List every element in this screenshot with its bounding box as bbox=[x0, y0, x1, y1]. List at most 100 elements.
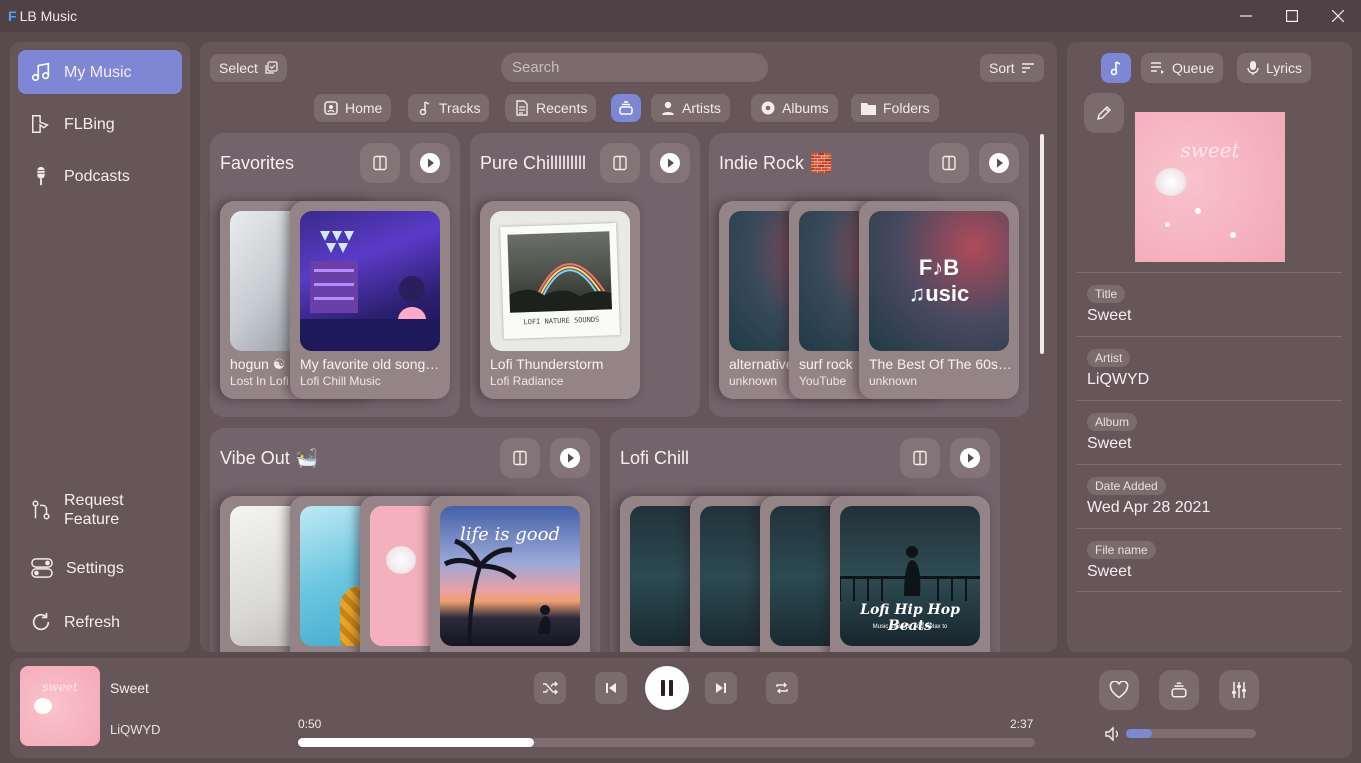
music-notes-icon bbox=[31, 62, 50, 82]
playlist-card-lofi-chill[interactable]: Lofi Chill Lofi Hip Hop Beats Music to S… bbox=[610, 428, 1000, 652]
queue-icon bbox=[1151, 62, 1164, 74]
track-tile[interactable]: F♪B ♫usic The Best Of The 60s Rock unkno… bbox=[859, 201, 1019, 399]
stack-icon bbox=[619, 101, 633, 115]
volume-slider[interactable] bbox=[1126, 729, 1256, 738]
tab-tracks[interactable]: Tracks bbox=[408, 94, 490, 122]
select-button[interactable]: Select bbox=[210, 54, 287, 82]
tab-label: Folders bbox=[883, 100, 930, 116]
playlist-title: Pure Chilllllllll bbox=[480, 153, 587, 173]
microphone-icon bbox=[37, 166, 45, 186]
playlist-open-button[interactable] bbox=[360, 143, 400, 183]
app-name: LB Music bbox=[19, 8, 78, 24]
track-artist: unknown bbox=[869, 374, 918, 388]
info-value: Sweet bbox=[1087, 563, 1132, 580]
tab-label: Tracks bbox=[439, 100, 481, 116]
select-multiple-icon bbox=[265, 61, 278, 74]
sidebar-item-label: Settings bbox=[66, 559, 124, 577]
playlist-play-button[interactable] bbox=[650, 143, 690, 183]
minimize-button[interactable] bbox=[1223, 0, 1269, 32]
volume-slider-fill bbox=[1126, 729, 1152, 738]
tab-artists[interactable]: Artists bbox=[651, 94, 730, 122]
playlist-play-button[interactable] bbox=[950, 438, 990, 478]
sidebar-item-refresh[interactable]: Refresh bbox=[18, 600, 182, 644]
playlist-emoji: 🛀 bbox=[295, 448, 319, 468]
volume-button[interactable] bbox=[1104, 726, 1122, 747]
sidebar-item-flbing[interactable]: FLBing bbox=[18, 102, 182, 146]
playlist-title: Indie Rock 🧱 bbox=[719, 153, 833, 173]
now-playing-album-art: sweet bbox=[1135, 112, 1285, 262]
main-content: Select Search Sort Home Tracks Recents A… bbox=[200, 42, 1057, 652]
track-tile[interactable]: LOFI NATURE SOUNDS Lofi Thunderstorm Lof… bbox=[480, 201, 640, 399]
skip-previous-icon bbox=[606, 683, 616, 693]
playlist-open-button[interactable] bbox=[900, 438, 940, 478]
seek-bar[interactable] bbox=[298, 738, 1035, 747]
app-logo: F bbox=[8, 8, 17, 24]
add-to-playlist-button[interactable] bbox=[1159, 670, 1199, 710]
album-art-text: sweet bbox=[42, 680, 78, 694]
info-value: LiQWYD bbox=[1087, 371, 1150, 388]
tab-lyrics[interactable]: Lyrics bbox=[1237, 53, 1312, 83]
playlist-card-indie-rock[interactable]: Indie Rock 🧱 alternative unknown surf roc… bbox=[709, 133, 1029, 417]
search-input[interactable]: Search bbox=[501, 53, 768, 82]
player-album-art[interactable]: sweet bbox=[20, 666, 100, 746]
app-title: F LB Music bbox=[8, 8, 77, 24]
close-button[interactable] bbox=[1315, 0, 1361, 32]
tab-playlists[interactable] bbox=[611, 94, 641, 122]
shuffle-button[interactable] bbox=[534, 672, 566, 704]
playlist-card-vibe-out[interactable]: Vibe Out 🛀 life is good bbox=[210, 428, 600, 652]
sort-button[interactable]: Sort bbox=[980, 54, 1044, 82]
playlist-open-button[interactable] bbox=[929, 143, 969, 183]
close-icon bbox=[1332, 10, 1344, 22]
tab-recents[interactable]: Recents bbox=[505, 94, 597, 122]
album-art: F♪B ♫usic bbox=[869, 211, 1009, 351]
favorite-button[interactable] bbox=[1099, 670, 1139, 710]
sidebar-item-my-music[interactable]: My Music bbox=[18, 50, 182, 94]
playlist-play-button[interactable] bbox=[410, 143, 450, 183]
book-open-icon bbox=[513, 450, 527, 466]
tab-folders[interactable]: Folders bbox=[851, 94, 939, 122]
track-title: The Best Of The 60s Rock bbox=[869, 356, 1014, 372]
previous-button[interactable] bbox=[595, 672, 627, 704]
play-pause-button[interactable] bbox=[645, 666, 689, 710]
track-tile[interactable]: life is good bbox=[430, 496, 590, 652]
tab-label: Albums bbox=[782, 100, 829, 116]
content-scrollbar[interactable] bbox=[1040, 134, 1044, 354]
search-placeholder: Search bbox=[512, 59, 560, 76]
playlist-card-favorites[interactable]: Favorites hogun ☯ Lost In Lofi My favori… bbox=[210, 133, 460, 417]
track-artist: Lofi Chill Music bbox=[300, 374, 381, 388]
tab-queue[interactable]: Queue bbox=[1141, 53, 1224, 83]
playlist-card-pure-chill[interactable]: Pure Chilllllllll LOFI NATURE SOUNDS Lof… bbox=[470, 133, 700, 417]
player-track-artist[interactable]: LiQWYD bbox=[110, 722, 161, 737]
tab-now-playing[interactable] bbox=[1101, 53, 1131, 83]
sidebar-item-label: Refresh bbox=[64, 613, 121, 631]
track-tile[interactable]: Lofi Hip Hop Beats Music to Study and Re… bbox=[830, 496, 990, 652]
elapsed-time: 0:50 bbox=[298, 717, 322, 731]
sidebar-item-podcasts[interactable]: Podcasts bbox=[18, 154, 182, 198]
tab-albums[interactable]: Albums bbox=[751, 94, 838, 122]
player-track-title[interactable]: Sweet bbox=[110, 680, 149, 696]
sidebar: My Music FLBing Podcasts Request Feature… bbox=[10, 42, 190, 652]
equalizer-button[interactable] bbox=[1219, 670, 1259, 710]
total-duration: 2:37 bbox=[1010, 717, 1034, 731]
book-open-icon bbox=[373, 155, 387, 171]
playlist-open-button[interactable] bbox=[500, 438, 540, 478]
sidebar-item-request-feature[interactable]: Request Feature bbox=[18, 486, 182, 534]
shuffle-icon bbox=[543, 681, 558, 695]
playlist-play-button[interactable] bbox=[979, 143, 1019, 183]
seek-bar-fill bbox=[298, 738, 534, 747]
book-open-icon bbox=[942, 155, 956, 171]
info-key: Album bbox=[1087, 413, 1138, 431]
track-tile[interactable]: My favorite old songs | Lofi Lofi Chill … bbox=[290, 201, 450, 399]
tab-home[interactable]: Home bbox=[314, 94, 392, 122]
sidebar-item-settings[interactable]: Settings bbox=[18, 546, 182, 590]
book-open-icon bbox=[613, 155, 627, 171]
edit-tags-button[interactable] bbox=[1084, 93, 1124, 133]
next-button[interactable] bbox=[705, 672, 737, 704]
playlist-open-button[interactable] bbox=[600, 143, 640, 183]
playlist-play-button[interactable] bbox=[550, 438, 590, 478]
repeat-button[interactable] bbox=[766, 672, 798, 704]
maximize-button[interactable] bbox=[1269, 0, 1315, 32]
equalizer-icon bbox=[1232, 682, 1246, 698]
track-title: My favorite old songs | Lofi bbox=[300, 356, 445, 372]
microphone-icon bbox=[1247, 61, 1259, 75]
